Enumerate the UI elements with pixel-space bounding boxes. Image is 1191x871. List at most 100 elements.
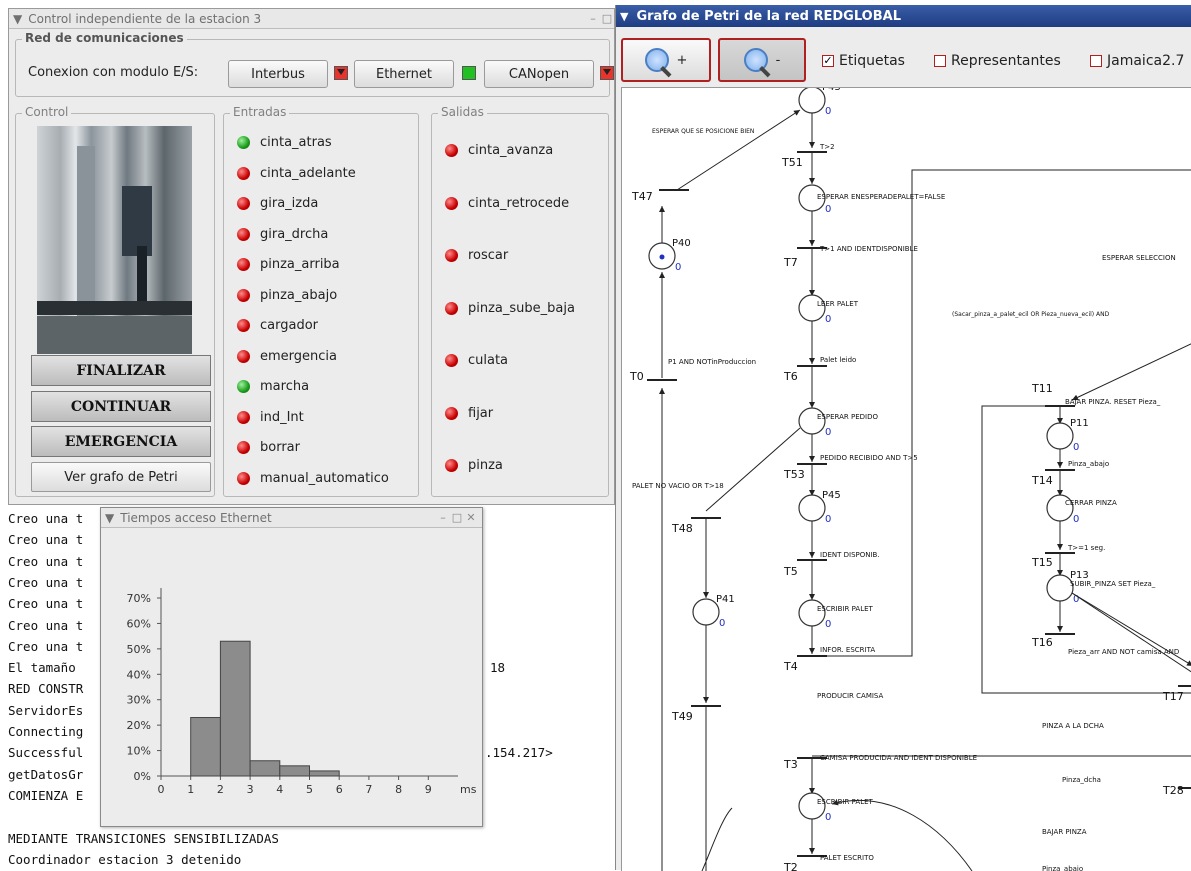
arc <box>1071 343 1191 401</box>
status-led-icon <box>445 196 458 210</box>
etiquetas-checkbox[interactable]: ✓ Etiquetas <box>822 53 905 69</box>
histogram-titlebar[interactable]: ▼ Tiempos acceso Ethernet – □ ✕ <box>101 508 482 528</box>
finalizar-button[interactable]: FINALIZAR <box>31 355 211 386</box>
salida-roscar: roscar <box>445 248 508 263</box>
console-line: Creo una t <box>8 574 84 590</box>
status-led-icon <box>237 380 250 393</box>
place-token-count: 0 <box>825 106 831 117</box>
interbus-button[interactable]: Interbus <box>228 60 328 88</box>
place-action: BAJAR PINZA <box>1042 828 1087 836</box>
status-led-icon <box>445 249 458 262</box>
maximize-icon[interactable]: □ <box>600 12 614 25</box>
window-menu-icon[interactable]: ▼ <box>620 10 628 23</box>
status-led-icon <box>237 136 250 149</box>
entrada-gira-izda: gira_izda <box>237 196 318 211</box>
place-token-count: 0 <box>675 262 681 273</box>
histogram-window: ▼ Tiempos acceso Ethernet – □ ✕ 0% 10% 20%… <box>100 507 483 827</box>
y-tick-label: 70% <box>127 592 151 605</box>
console-line: Creo una t <box>8 532 84 548</box>
entrada-pinza-abajo: pinza_abajo <box>237 288 337 303</box>
console-line-tail: 18 <box>490 660 506 676</box>
entrada-label: cinta_atras <box>260 135 332 150</box>
maximize-icon[interactable]: □ <box>450 511 464 524</box>
histogram-bar <box>279 765 311 777</box>
salida-culata: culata <box>445 353 508 368</box>
petri-net-graph[interactable]: P43 0 T51 T>2 0 ESPERAR ENESPERADEPALET=FALSE… <box>622 88 1191 871</box>
zoom-out-button[interactable]: - <box>718 38 806 82</box>
control-legend: Control <box>22 105 72 119</box>
place-action: LEER PALET <box>817 300 859 308</box>
y-tick-label: 0% <box>134 770 151 783</box>
minimize-icon[interactable]: – <box>586 12 600 25</box>
place-action: ESCRIBIR PALET <box>817 798 874 806</box>
place-token-count: 0 <box>825 204 831 215</box>
histogram-bar <box>249 760 281 777</box>
salida-label: cinta_avanza <box>468 143 554 158</box>
red-comunicaciones-group: Red de comunicaciones Conexion con modul… <box>15 31 614 97</box>
arc-guard: IDENT DISPONIB. <box>820 551 880 559</box>
console-line: Connecting <box>8 724 84 739</box>
arc <box>1071 592 1191 673</box>
console-line: Successful <box>8 745 84 761</box>
status-led-icon <box>445 301 458 315</box>
interbus-status-indicator <box>334 66 348 80</box>
continuar-button[interactable]: CONTINUAR <box>31 391 211 422</box>
zoom-out-label: - <box>775 52 781 68</box>
console-line: getDatosGr <box>8 766 84 782</box>
jamaica-checkbox[interactable]: Jamaica2.7 <box>1090 53 1184 69</box>
console-line: Creo una t <box>8 596 84 612</box>
minimize-icon[interactable]: – <box>436 511 450 524</box>
ethernet-button[interactable]: Ethernet <box>354 60 454 88</box>
transition-label: T7 <box>783 256 798 269</box>
status-led-icon <box>237 258 250 271</box>
petri-canvas[interactable]: P43 0 T51 T>2 0 ESPERAR ENESPERADEPALET=FALSE… <box>621 87 1191 871</box>
entradas-legend: Entradas <box>230 105 290 119</box>
salida-pinza: pinza <box>445 458 503 473</box>
close-icon[interactable]: ✕ <box>464 511 478 524</box>
ver-grafo-label: Ver grafo de Petri <box>64 469 178 485</box>
salida-pinza-sube-baja: pinza_sube_baja <box>445 301 575 316</box>
magnifier-plus-icon <box>644 48 672 78</box>
place <box>798 407 826 435</box>
zoom-in-button[interactable]: + <box>621 38 711 82</box>
place-token-count: 0 <box>719 618 725 629</box>
transition-label: T51 <box>781 156 803 169</box>
window-menu-icon[interactable]: ▼ <box>13 12 22 26</box>
control-window-titlebar[interactable]: ▼ Control independiente de la estacion 3… <box>9 9 614 29</box>
status-led-icon <box>237 471 250 485</box>
petri-window: ▼ Grafo de Petri de la red REDGLOBAL + -… <box>615 5 1191 871</box>
ver-grafo-petri-button[interactable]: Ver grafo de Petri <box>31 462 211 492</box>
entrada-label: gira_izda <box>260 196 319 211</box>
canopen-button[interactable]: CANopen <box>484 60 594 88</box>
ethernet-label: Ethernet <box>376 66 432 82</box>
petri-titlebar[interactable]: ▼ Grafo de Petri de la red REDGLOBAL <box>616 5 1191 27</box>
console-line: COMIENZA E <box>8 787 84 803</box>
salida-cinta-retrocede: cinta_retrocede <box>445 196 569 211</box>
console-line: Creo una t <box>8 553 84 569</box>
entrada-label: cinta_adelante <box>260 165 356 181</box>
representantes-checkbox[interactable]: Representantes <box>934 53 1061 69</box>
x-tick-label: 6 <box>336 783 343 796</box>
x-tick-label: 4 <box>276 783 283 796</box>
entrada-gira-drcha: gira_drcha <box>237 227 328 242</box>
arc-guard: T>2 <box>819 143 835 151</box>
place-action: ESPERAR SELECCION <box>1102 254 1176 262</box>
status-led-icon <box>445 406 458 420</box>
emergencia-button[interactable]: EMERGENCIA <box>31 426 211 457</box>
place-label: P41 <box>716 594 735 605</box>
control-window: ▼ Control independiente de la estacion 3… <box>8 8 615 505</box>
place-token-count: 0 <box>825 314 831 325</box>
window-menu-icon[interactable]: ▼ <box>105 511 114 525</box>
transition-label: T6 <box>783 370 798 383</box>
console-line: MEDIANTE TRANSICIONES SENSIBILIZADAS <box>8 830 279 846</box>
entrada-manual-automatico: manual_automatico <box>237 471 389 486</box>
arc-guard: P1 AND NOTinProduccion <box>668 358 756 366</box>
status-led-icon <box>237 197 250 210</box>
x-tick-label: 8 <box>395 783 402 796</box>
place-action: ESPERAR QUE SE POSICIONE BIEN <box>652 128 754 135</box>
salida-label: pinza <box>468 458 503 473</box>
place-action: PINZA A LA DCHA <box>1042 722 1104 730</box>
place-action: ESPERAR PEDIDO <box>817 413 878 421</box>
checkbox-empty-icon <box>1090 55 1102 67</box>
place-action: PRODUCIR CAMISA <box>817 692 884 700</box>
